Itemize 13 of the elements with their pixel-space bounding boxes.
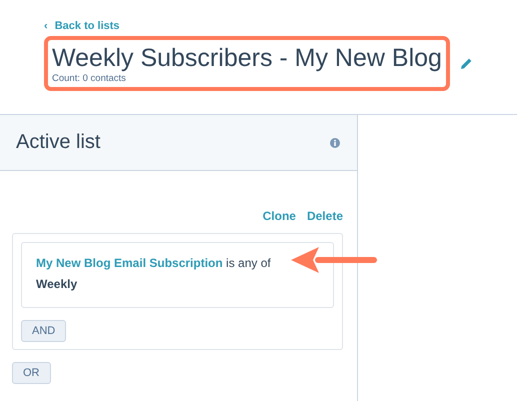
action-link[interactable]: Delete: [306, 209, 343, 229]
filter-condition: My New Blog Email Subscription is any of Weekly: [36, 255, 272, 293]
contact-count: Count: 0 contacts: [52, 73, 127, 84]
or-button[interactable]: OR: [12, 362, 50, 384]
info-icon[interactable]: [330, 138, 340, 148]
back-link[interactable]: ‹ Back to lists: [44, 20, 120, 32]
pencil-icon[interactable]: [460, 57, 473, 70]
filter-card[interactable]: My New Blog Email Subscription is any of Weekly: [21, 242, 334, 308]
and-button[interactable]: AND: [21, 320, 66, 342]
panel-title: Active list: [16, 131, 100, 154]
action-link[interactable]: Clone: [262, 209, 296, 229]
list-title: Weekly Subscribers - My New Blog: [52, 43, 441, 73]
property-link[interactable]: My New Blog Email Subscription: [36, 256, 223, 270]
